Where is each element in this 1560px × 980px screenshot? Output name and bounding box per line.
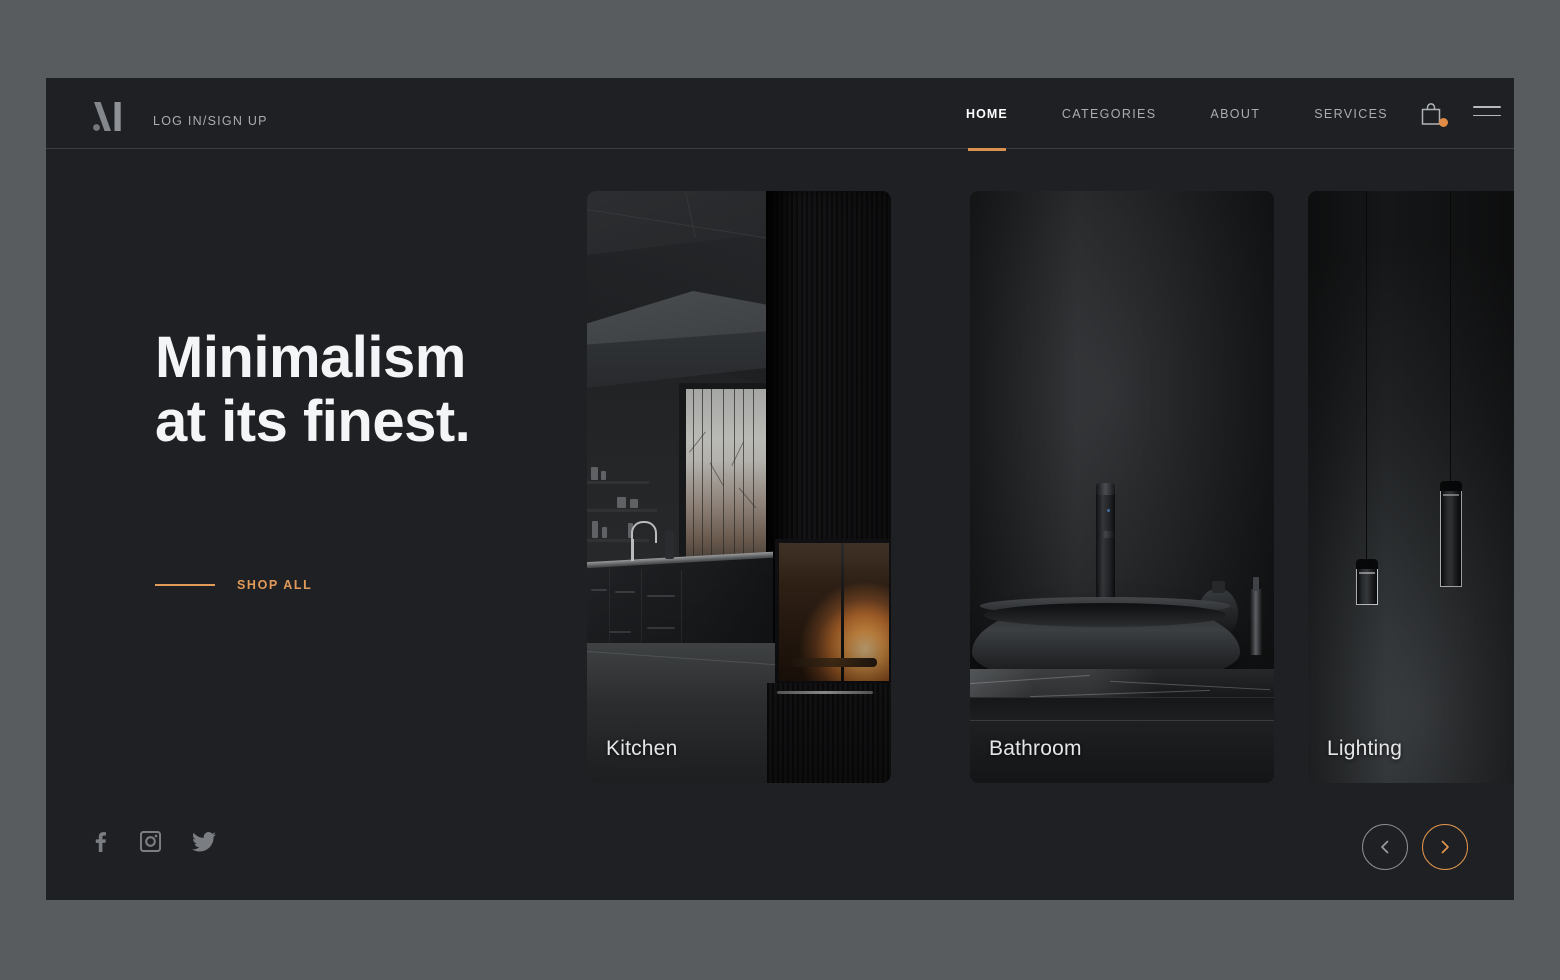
shop-all-button[interactable]: SHOP ALL — [155, 578, 312, 592]
instagram-icon[interactable] — [139, 830, 162, 857]
menu-line — [1473, 114, 1501, 117]
kitchen-scene-image — [587, 191, 891, 783]
hero-copy: Minimalism at its finest. — [155, 326, 585, 454]
shop-all-label: SHOP ALL — [237, 578, 313, 592]
nav-item-home[interactable]: HOME — [965, 78, 1008, 151]
nav-item-categories[interactable]: CATEGORIES — [1062, 78, 1157, 149]
site-window: LOG IN/SIGN UP HOME CATEGORIES ABOUT SER… — [46, 78, 1514, 900]
facebook-icon[interactable] — [91, 831, 109, 857]
category-card-lighting[interactable]: Lighting — [1308, 191, 1514, 783]
social-links — [91, 830, 216, 857]
carousel-next-button[interactable] — [1422, 824, 1468, 870]
nav-item-categories-label: CATEGORIES — [1061, 106, 1157, 121]
nav-item-about-label: ABOUT — [1210, 106, 1261, 121]
category-card-bathroom[interactable]: Bathroom — [970, 191, 1274, 783]
nav-item-services[interactable]: SERVICES — [1314, 78, 1388, 149]
site-header: LOG IN/SIGN UP HOME CATEGORIES ABOUT SER… — [46, 78, 1514, 151]
nav-item-about[interactable]: ABOUT — [1210, 78, 1260, 149]
category-card-label: Lighting — [1327, 737, 1403, 760]
headline-line-2: at its finest. — [155, 389, 471, 454]
page-title: Minimalism at its finest. — [155, 326, 585, 454]
page-viewport: LOG IN/SIGN UP HOME CATEGORIES ABOUT SER… — [0, 0, 1560, 980]
primary-nav: HOME CATEGORIES ABOUT SERVICES — [965, 78, 1388, 151]
nav-active-indicator — [967, 148, 1006, 151]
hamburger-menu-icon[interactable] — [1473, 106, 1501, 122]
shopping-bag-icon[interactable] — [1418, 101, 1444, 127]
nav-item-home-label: HOME — [965, 106, 1008, 121]
carousel-navigation — [1362, 824, 1468, 870]
twitter-icon[interactable] — [192, 831, 216, 857]
shop-all-rule — [155, 584, 215, 586]
category-card-label: Bathroom — [989, 737, 1082, 760]
headline-line-1: Minimalism — [155, 325, 466, 390]
category-card-kitchen[interactable]: Kitchen — [587, 191, 891, 783]
carousel-prev-button[interactable] — [1362, 824, 1408, 870]
category-carousel: Kitchen Bathroom Lighting — [587, 191, 1514, 783]
login-signup-link[interactable]: LOG IN/SIGN UP — [153, 114, 268, 128]
chevron-left-icon — [1381, 840, 1389, 854]
category-card-label: Kitchen — [606, 737, 678, 760]
bathroom-scene-image — [970, 191, 1274, 783]
lighting-scene-image — [1308, 191, 1514, 783]
chevron-right-icon — [1441, 840, 1449, 854]
monogram-m-logo[interactable] — [92, 102, 126, 132]
menu-line — [1473, 106, 1501, 108]
nav-item-services-label: SERVICES — [1314, 106, 1388, 121]
